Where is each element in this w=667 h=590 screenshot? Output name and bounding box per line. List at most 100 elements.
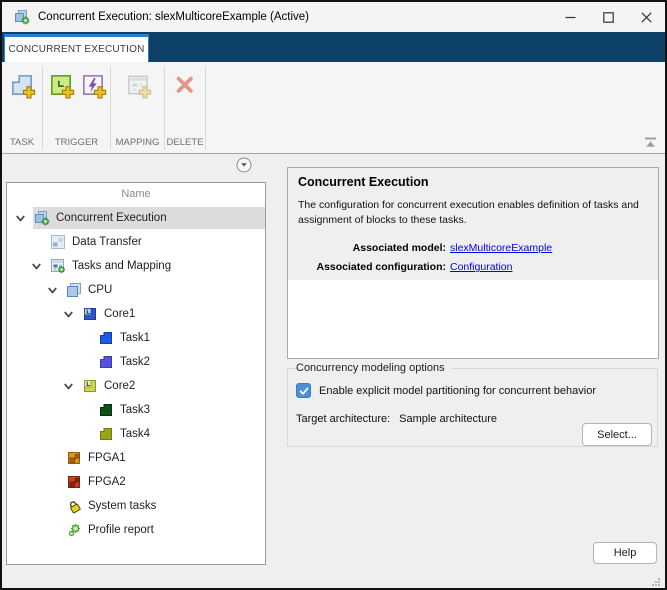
tree-item-tasks-and-mapping[interactable]: Tasks and Mapping <box>7 254 265 278</box>
tab-concurrent-execution[interactable]: CONCURRENT EXECUTION <box>4 34 149 62</box>
ribbon-separator <box>205 66 206 150</box>
ribbon-group-label: TASK <box>2 137 42 148</box>
concurrent-execution-window: Concurrent Execution: slexMulticoreExamp… <box>0 0 667 590</box>
tree-item-label: Task2 <box>120 356 150 368</box>
help-button[interactable]: Help <box>593 542 657 564</box>
resize-grip[interactable] <box>651 574 661 584</box>
details-heading: Concurrent Execution <box>298 175 648 189</box>
ribbon-group-task: TASK <box>2 62 42 153</box>
fpga-orange-icon <box>66 450 82 466</box>
collapse-ribbon-icon <box>644 137 657 148</box>
chevron-down-icon[interactable] <box>63 381 81 392</box>
details-summary-block: Concurrent Execution The configuration f… <box>288 168 658 280</box>
tree-item-task2[interactable]: Task2 <box>7 350 265 374</box>
task-indigo-icon <box>98 354 114 370</box>
window-controls <box>551 2 665 32</box>
add-aperiodic-trigger-icon <box>79 71 107 99</box>
add-aperiodic-trigger-button[interactable] <box>79 71 107 99</box>
task-olive-icon <box>98 426 114 442</box>
associated-configuration-row: Associated configuration: Configuration <box>298 258 648 277</box>
ribbon-toolbar: TASK T <box>2 62 665 154</box>
mapping-button[interactable] <box>124 71 152 99</box>
tree-item-label: Concurrent Execution <box>56 212 167 224</box>
tree-item-fpga2[interactable]: FPGA2 <box>7 470 265 494</box>
close-button[interactable] <box>627 2 665 32</box>
svg-text:L: L <box>86 381 90 388</box>
tree-item-label: Core2 <box>104 380 135 392</box>
svg-text:L: L <box>86 309 90 316</box>
associated-configuration-label: Associated configuration: <box>298 258 446 277</box>
tree-item-profile-report[interactable]: Profile report <box>7 518 265 542</box>
tree-column-header: Name <box>7 183 265 206</box>
concurrency-options-group: Concurrency modeling options Enable expl… <box>287 362 658 447</box>
tree-item-task3[interactable]: Task3 <box>7 398 265 422</box>
tree-item-cpu[interactable]: CPU <box>7 278 265 302</box>
concurrent-execution-icon <box>34 210 50 226</box>
ribbon-group-mapping: MAPPING <box>111 62 164 153</box>
data-transfer-icon <box>50 234 66 250</box>
associated-configuration-link[interactable]: Configuration <box>450 258 512 277</box>
tree-item-label: System tasks <box>88 500 156 512</box>
tree-item-data-transfer[interactable]: Data Transfer <box>7 230 265 254</box>
add-task-icon <box>8 71 36 99</box>
add-periodic-trigger-icon <box>47 71 75 99</box>
delete-button[interactable] <box>171 71 199 99</box>
close-icon <box>641 12 652 23</box>
chevron-down-icon[interactable] <box>63 309 81 320</box>
associated-model-link[interactable]: slexMulticoreExample <box>450 239 552 258</box>
tree-item-label: FPGA1 <box>88 452 126 464</box>
concurrency-options-legend: Concurrency modeling options <box>296 362 451 374</box>
target-architecture-value: Sample architecture <box>399 413 497 425</box>
enable-partitioning-row: Enable explicit model partitioning for c… <box>296 383 649 398</box>
tree-item-concurrent-execution[interactable]: Concurrent Execution <box>7 206 265 230</box>
tree-item-fpga1[interactable]: FPGA1 <box>7 446 265 470</box>
details-panel: Concurrent Execution The configuration f… <box>287 167 659 359</box>
tree-item-label: Tasks and Mapping <box>72 260 171 272</box>
tree-item-core2[interactable]: L Core2 <box>7 374 265 398</box>
ribbon-group-label: MAPPING <box>111 137 164 148</box>
window-title: Concurrent Execution: slexMulticoreExamp… <box>38 2 309 32</box>
tree-panel: Name Concurrent Execution Data <box>6 182 266 565</box>
tree-item-label: FPGA2 <box>88 476 126 488</box>
tree-item-label: Profile report <box>88 524 154 536</box>
tree-item-label: Data Transfer <box>72 236 142 248</box>
add-task-button[interactable] <box>8 71 36 99</box>
collapse-ribbon-button[interactable] <box>643 136 657 148</box>
chevron-down-icon[interactable] <box>47 285 65 296</box>
chevron-down-icon[interactable] <box>31 261 49 272</box>
chevron-down-icon[interactable] <box>15 213 33 224</box>
tree-item-label: Task3 <box>120 404 150 416</box>
minimize-icon <box>565 12 576 23</box>
toolstrip-tab-bar: CONCURRENT EXECUTION <box>2 32 665 62</box>
collapse-panel-button[interactable] <box>236 157 252 173</box>
core-blue-icon: L <box>82 306 98 322</box>
select-architecture-button[interactable]: Select... <box>582 423 652 446</box>
tree-item-label: Core1 <box>104 308 135 320</box>
task-dark-green-icon <box>98 402 114 418</box>
tree-item-label: Task4 <box>120 428 150 440</box>
tree-item-system-tasks[interactable]: System tasks <box>7 494 265 518</box>
tree-item-core1[interactable]: L Core1 <box>7 302 265 326</box>
minimize-button[interactable] <box>551 2 589 32</box>
associated-model-row: Associated model: slexMulticoreExample <box>298 239 648 258</box>
tasks-and-mapping-icon <box>50 258 66 274</box>
details-description: The configuration for concurrent executi… <box>298 198 648 228</box>
task-blue-icon <box>98 330 114 346</box>
check-icon <box>298 385 310 397</box>
cpu-icon <box>66 282 82 298</box>
profile-report-icon <box>66 522 82 538</box>
associated-model-label: Associated model: <box>298 239 446 258</box>
enable-partitioning-label: Enable explicit model partitioning for c… <box>319 385 596 397</box>
ribbon-group-label: DELETE <box>165 137 205 148</box>
system-tasks-icon <box>66 498 82 514</box>
maximize-button[interactable] <box>589 2 627 32</box>
add-periodic-trigger-button[interactable] <box>47 71 75 99</box>
tree-item-task1[interactable]: Task1 <box>7 326 265 350</box>
core-green-icon: L <box>82 378 98 394</box>
maximize-icon <box>603 12 614 23</box>
enable-partitioning-checkbox[interactable] <box>296 383 311 398</box>
fpga-red-icon <box>66 474 82 490</box>
concurrent-execution-app-icon <box>14 9 30 25</box>
tree-item-task4[interactable]: Task4 <box>7 422 265 446</box>
tab-label: CONCURRENT EXECUTION <box>8 44 144 55</box>
